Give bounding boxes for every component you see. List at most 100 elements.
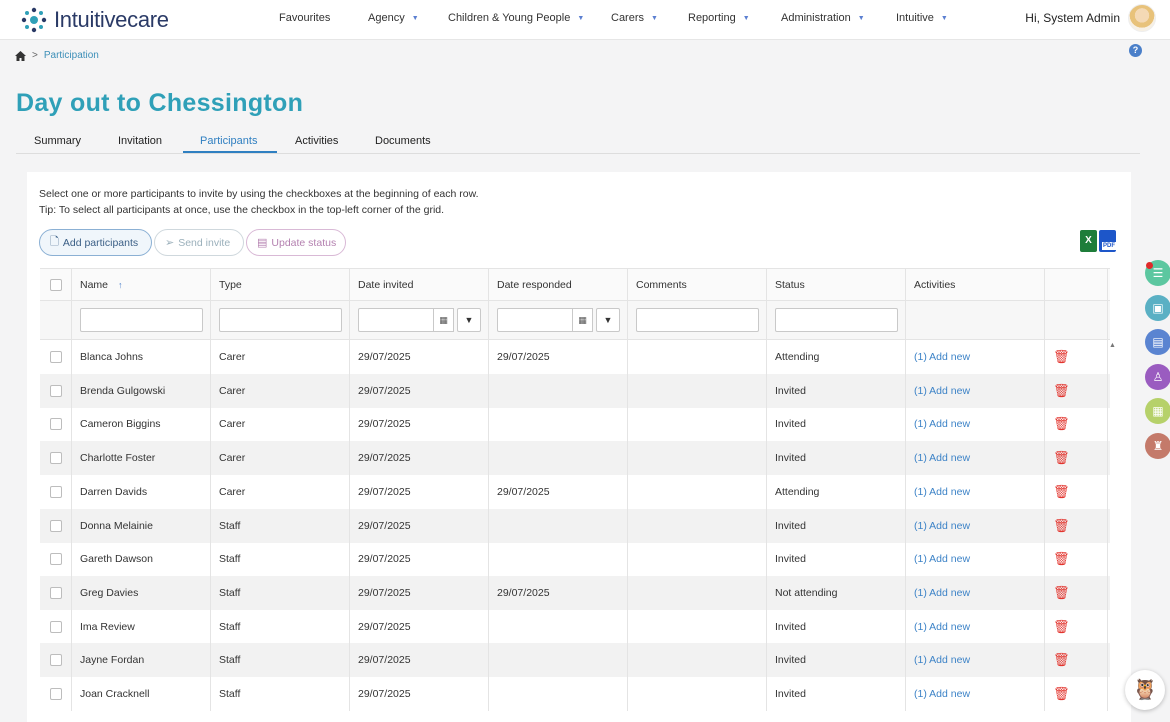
activities-cell[interactable]: (1) Add new xyxy=(906,407,1045,442)
column-header-activities[interactable]: Activities xyxy=(906,269,1045,300)
trash-icon[interactable]: 🗑 xyxy=(1053,518,1070,534)
calendar-icon[interactable]: ▦ xyxy=(1145,398,1170,425)
activities-cell[interactable]: (1) Add new xyxy=(906,677,1045,711)
nav-administration[interactable]: Administration ▼ xyxy=(781,12,896,24)
user-menu[interactable]: Hi, System Admin xyxy=(1025,4,1156,32)
tab-invitation[interactable]: Invitation xyxy=(118,135,162,147)
add-participants-button[interactable]: 🗋 Add participants xyxy=(39,229,152,256)
table-row[interactable]: Jayne Fordan Staff 29/07/2025 Invited (1) Ad… xyxy=(40,643,1110,678)
trash-icon[interactable]: 🗑 xyxy=(1053,349,1070,365)
excel-export-icon[interactable]: X xyxy=(1080,230,1097,252)
table-row[interactable]: Brenda Gulgowski Carer 29/07/2025 Invited (1… xyxy=(40,373,1110,408)
comments-cell xyxy=(628,677,767,711)
filter-icon[interactable]: ▼ xyxy=(457,308,481,332)
activities-cell[interactable]: (1) Add new xyxy=(906,441,1045,476)
trash-icon[interactable]: 🗑 xyxy=(1053,416,1070,432)
table-row[interactable]: Blanca Johns Carer 29/07/2025 29/07/2025 Att… xyxy=(40,340,1110,374)
scroll-up-arrow-icon[interactable]: ▲ xyxy=(1109,342,1116,349)
help-icon[interactable]: ? xyxy=(1129,44,1142,57)
select-all-checkbox[interactable] xyxy=(49,278,62,291)
tab-participants[interactable]: Participants xyxy=(200,135,257,147)
table-row[interactable]: Darren Davids Carer 29/07/2025 29/07/2025 At… xyxy=(40,474,1110,509)
activities-cell[interactable]: (1) Add new xyxy=(906,373,1045,408)
comments-cell xyxy=(628,474,767,509)
date-invited-filter-input[interactable] xyxy=(358,308,434,332)
row-checkbox[interactable] xyxy=(49,620,62,633)
trash-icon[interactable]: 🗑 xyxy=(1053,585,1070,601)
tab-summary[interactable]: Summary xyxy=(34,135,81,147)
send-invite-button[interactable]: ➢ Send invite xyxy=(154,229,244,256)
row-checkbox[interactable] xyxy=(49,485,62,498)
tab-activities[interactable]: Activities xyxy=(295,135,338,147)
row-checkbox[interactable] xyxy=(49,418,62,431)
column-header-type[interactable]: Type xyxy=(211,269,350,300)
trash-icon[interactable]: 🗑 xyxy=(1053,551,1070,567)
row-checkbox[interactable] xyxy=(49,553,62,566)
table-row[interactable]: Charlotte Foster Carer 29/07/2025 Invited (1… xyxy=(40,441,1110,476)
trash-icon[interactable]: 🗑 xyxy=(1053,619,1070,635)
name-cell: Ima Review xyxy=(72,609,211,644)
row-checkbox[interactable] xyxy=(49,688,62,700)
trash-icon[interactable]: 🗑 xyxy=(1053,484,1070,500)
trash-icon[interactable]: 🗑 xyxy=(1053,686,1070,702)
breadcrumb: > Participation xyxy=(15,50,99,61)
row-select-cell xyxy=(40,677,72,711)
calendar-icon[interactable]: ▦ xyxy=(573,308,593,332)
breadcrumb-participation[interactable]: Participation xyxy=(44,50,99,61)
activities-cell[interactable]: (1) Add new xyxy=(906,508,1045,543)
nav-carers[interactable]: Carers ▼ xyxy=(611,12,688,24)
row-checkbox[interactable] xyxy=(49,586,62,599)
owl-assistant-icon[interactable]: 🦉 xyxy=(1125,670,1165,710)
type-filter-input[interactable] xyxy=(219,308,342,332)
row-checkbox[interactable] xyxy=(49,452,62,465)
briefcase-icon[interactable]: ▣ xyxy=(1145,294,1170,321)
row-checkbox[interactable] xyxy=(49,654,62,667)
activities-cell[interactable]: (1) Add new xyxy=(906,340,1045,374)
date-responded-filter-input[interactable] xyxy=(497,308,573,332)
name-filter-input[interactable] xyxy=(80,308,203,332)
avatar[interactable] xyxy=(1128,4,1156,32)
nav-intuitive[interactable]: Intuitive ▼ xyxy=(896,12,948,24)
nav-children-young-people[interactable]: Children & Young People ▼ xyxy=(448,12,611,24)
activities-cell[interactable]: (1) Add new xyxy=(906,609,1045,644)
column-header-comments[interactable]: Comments xyxy=(628,269,767,300)
nav-reporting[interactable]: Reporting ▼ xyxy=(688,12,781,24)
person-icon[interactable]: ♙ xyxy=(1145,363,1170,390)
column-header-date-invited[interactable]: Date invited xyxy=(350,269,489,300)
trash-icon[interactable]: 🗑 xyxy=(1053,450,1070,466)
name-cell: Blanca Johns xyxy=(72,340,211,374)
table-row[interactable]: Greg Davies Staff 29/07/2025 29/07/2025 Not … xyxy=(40,575,1110,610)
column-header-name[interactable]: Name ↑ xyxy=(72,269,211,300)
column-header-date-responded[interactable]: Date responded xyxy=(489,269,628,300)
table-row[interactable]: Gareth Dawson Staff 29/07/2025 Invited (1) A… xyxy=(40,542,1110,577)
stamp-icon[interactable]: ♜ xyxy=(1145,433,1170,459)
activities-cell[interactable]: (1) Add new xyxy=(906,542,1045,577)
tab-documents[interactable]: Documents xyxy=(375,135,431,147)
comments-filter-input[interactable] xyxy=(636,308,759,332)
row-checkbox[interactable] xyxy=(49,384,62,397)
status-cell: Invited xyxy=(767,542,906,577)
logo[interactable]: Intuitivecare xyxy=(18,4,169,36)
table-row[interactable]: Donna Melainie Staff 29/07/2025 Invited (1) … xyxy=(40,508,1110,543)
pdf-export-icon[interactable]: PDF xyxy=(1099,230,1116,252)
status-filter-input[interactable] xyxy=(775,308,898,332)
trash-icon[interactable]: 🗑 xyxy=(1053,383,1070,399)
nav-agency[interactable]: Agency ▼ xyxy=(368,12,448,24)
row-checkbox[interactable] xyxy=(49,519,62,532)
table-row[interactable]: Joan Cracknell Staff 29/07/2025 Invited (1) … xyxy=(40,677,1110,711)
activities-cell[interactable]: (1) Add new xyxy=(906,474,1045,509)
table-row[interactable]: Cameron Biggins Carer 29/07/2025 Invited (1)… xyxy=(40,407,1110,442)
column-header-status[interactable]: Status xyxy=(767,269,906,300)
filter-icon[interactable]: ▼ xyxy=(596,308,620,332)
table-row[interactable]: Ima Review Staff 29/07/2025 Invited (1) Add … xyxy=(40,609,1110,644)
trash-icon[interactable]: 🗑 xyxy=(1053,652,1070,668)
chevron-down-icon: ▼ xyxy=(940,14,948,22)
home-icon[interactable] xyxy=(15,50,26,61)
update-status-button[interactable]: ▤ Update status xyxy=(246,229,346,256)
nav-favourites[interactable]: Favourites xyxy=(279,12,368,24)
activities-cell[interactable]: (1) Add new xyxy=(906,575,1045,610)
row-checkbox[interactable] xyxy=(49,351,62,363)
document-icon[interactable]: ▤ xyxy=(1145,329,1170,356)
calendar-icon[interactable]: ▦ xyxy=(434,308,454,332)
activities-cell[interactable]: (1) Add new xyxy=(906,643,1045,678)
